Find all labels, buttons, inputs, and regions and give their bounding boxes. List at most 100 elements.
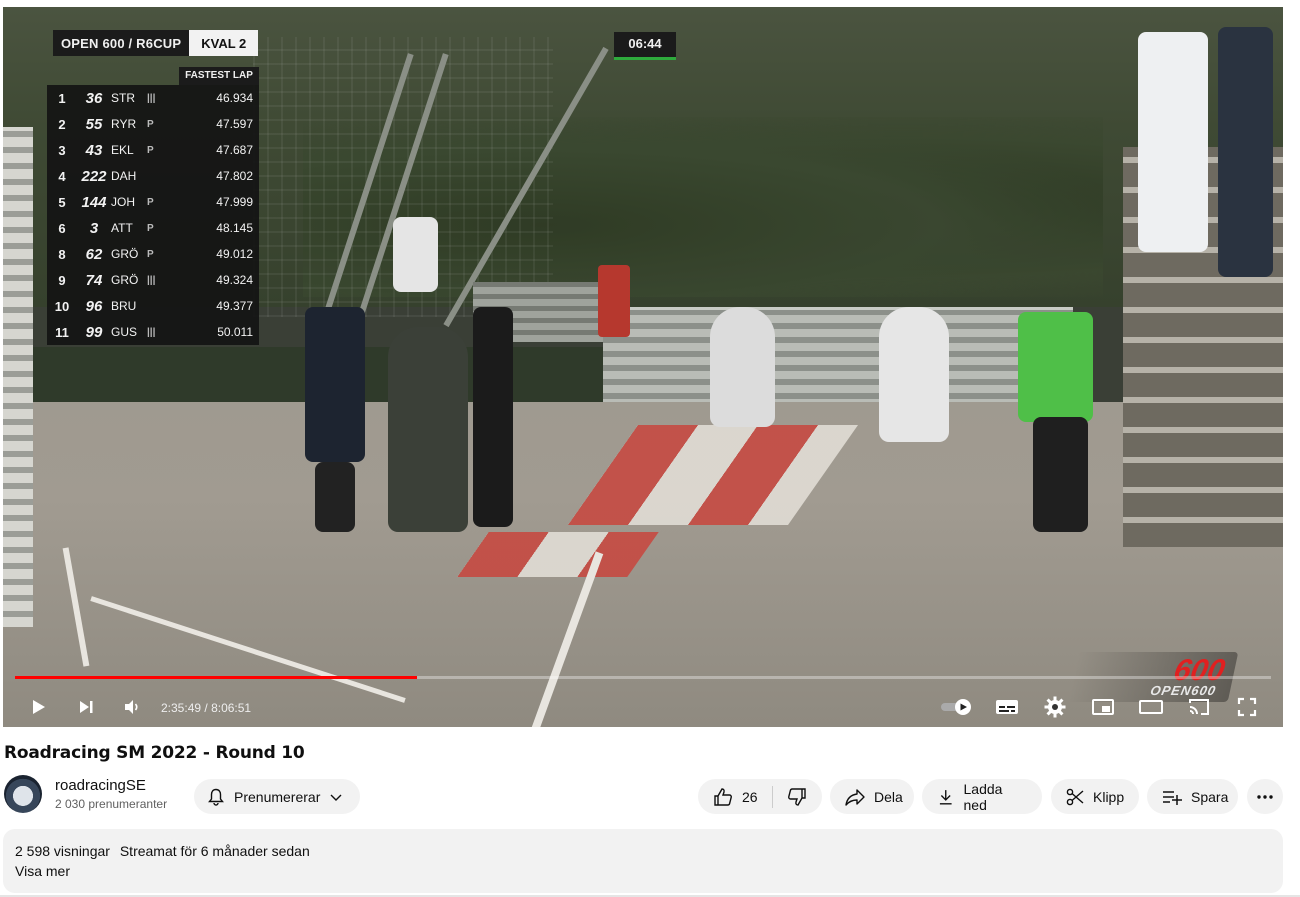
miniplayer-icon bbox=[1092, 699, 1114, 715]
progress-played bbox=[15, 676, 417, 679]
dislike-button[interactable] bbox=[772, 779, 822, 814]
rider-code: GRÖ bbox=[111, 247, 139, 261]
time-display: 2:35:49 / 8:06:51 bbox=[161, 701, 251, 715]
timing-row: 9 74 GRÖ ||| 49.324 bbox=[47, 267, 259, 293]
current-time: 2:35:49 bbox=[161, 701, 202, 715]
position: 4 bbox=[58, 168, 66, 184]
cast-button[interactable] bbox=[1181, 689, 1217, 725]
rider-code: BRU bbox=[111, 299, 137, 313]
scissors-icon bbox=[1066, 788, 1084, 805]
autoplay-toggle[interactable] bbox=[937, 689, 977, 725]
rider-number: 144 bbox=[81, 193, 107, 211]
subtitles-button[interactable] bbox=[989, 689, 1025, 725]
timing-row: 8 62 GRÖ P 49.012 bbox=[47, 241, 259, 267]
lap-time: 47.687 bbox=[216, 143, 253, 157]
timing-rows: 1 36 STR ||| 46.934 2 55 RYR P 47.597 3 43 EKL P 47.68… bbox=[47, 85, 259, 345]
lap-time: 49.324 bbox=[216, 273, 253, 287]
time-separator: / bbox=[201, 701, 212, 715]
description-box[interactable]: 2 598 visningar Streamat för 6 månader s… bbox=[3, 829, 1283, 893]
volume-button[interactable] bbox=[114, 689, 150, 725]
position: 5 bbox=[58, 194, 66, 210]
timing-row: 2 55 RYR P 47.597 bbox=[47, 111, 259, 137]
save-button[interactable]: Spara bbox=[1147, 779, 1238, 814]
share-label: Dela bbox=[874, 788, 903, 805]
position: 10 bbox=[54, 298, 70, 314]
position: 6 bbox=[58, 220, 66, 236]
channel-name[interactable]: roadracingSE bbox=[55, 777, 167, 794]
rider-code: GUS bbox=[111, 325, 138, 339]
like-button[interactable]: 26 bbox=[698, 779, 772, 814]
next-button[interactable] bbox=[68, 689, 104, 725]
progress-bar[interactable] bbox=[15, 676, 1271, 679]
description-stats: 2 598 visningar Streamat för 6 månader s… bbox=[15, 843, 1271, 859]
miniplayer-button[interactable] bbox=[1085, 689, 1121, 725]
rider-number: 99 bbox=[85, 323, 103, 341]
timing-row: 11 99 GUS ||| 50.011 bbox=[47, 319, 259, 345]
show-more-link[interactable]: Visa mer bbox=[15, 863, 1271, 879]
play-icon bbox=[33, 700, 45, 714]
channel-owner: roadracingSE 2 030 prenumeranter bbox=[4, 775, 167, 813]
playlist-add-icon bbox=[1163, 790, 1182, 805]
share-button[interactable]: Dela bbox=[830, 779, 914, 814]
status-mark: P bbox=[147, 222, 154, 234]
lap-time: 46.934 bbox=[216, 91, 253, 105]
subscribe-button[interactable]: Prenumererar bbox=[194, 779, 361, 814]
status-mark: P bbox=[147, 196, 154, 208]
rider-code: EKL bbox=[111, 143, 134, 157]
download-button[interactable]: Ladda ned bbox=[922, 779, 1042, 814]
more-horizontal-icon bbox=[1257, 794, 1273, 799]
download-label: Ladda ned bbox=[963, 780, 1003, 813]
rider-code: JOH bbox=[111, 195, 135, 209]
status-mark: ||| bbox=[147, 92, 156, 104]
status-mark: P bbox=[147, 144, 154, 156]
status-mark: P bbox=[147, 118, 154, 130]
timing-board: FASTEST LAP 1 36 STR ||| 46.934 2 55 RYR P 47.597… bbox=[47, 67, 259, 345]
rider-number: 3 bbox=[89, 219, 99, 237]
lap-time: 47.597 bbox=[216, 117, 253, 131]
lap-time: 47.802 bbox=[216, 169, 253, 183]
fastest-lap-header: FASTEST LAP bbox=[179, 67, 259, 85]
subscriber-count: 2 030 prenumeranter bbox=[55, 797, 168, 811]
thumbs-down-icon bbox=[788, 787, 806, 806]
timing-row: 5 144 JOH P 47.999 bbox=[47, 189, 259, 215]
position: 2 bbox=[58, 116, 66, 132]
position: 11 bbox=[55, 324, 69, 340]
settings-button[interactable] bbox=[1037, 689, 1073, 725]
channel-avatar[interactable] bbox=[4, 775, 42, 813]
position: 1 bbox=[58, 90, 66, 106]
autoplay-icon bbox=[941, 699, 971, 715]
lap-time: 49.012 bbox=[216, 247, 253, 261]
timing-row: 3 43 EKL P 47.687 bbox=[47, 137, 259, 163]
rider-number: 96 bbox=[85, 297, 103, 315]
volume-icon bbox=[125, 700, 138, 714]
timing-row: 10 96 BRU 49.377 bbox=[47, 293, 259, 319]
subscribe-label: Prenumererar bbox=[234, 788, 321, 805]
more-actions-button[interactable] bbox=[1247, 779, 1283, 814]
status-mark: ||| bbox=[147, 274, 156, 286]
lap-time: 49.377 bbox=[216, 299, 253, 313]
rider-code: GRÖ bbox=[111, 273, 139, 287]
play-button[interactable] bbox=[20, 689, 56, 725]
position: 8 bbox=[58, 246, 66, 262]
race-clock: 06:44 bbox=[614, 32, 676, 60]
video-player[interactable]: OPEN 600 / R6CUP KVAL 2 06:44 FASTEST LA… bbox=[3, 7, 1283, 727]
like-count: 26 bbox=[742, 788, 758, 805]
clip-label: Klipp bbox=[1093, 788, 1125, 805]
rider-code: DAH bbox=[111, 169, 137, 183]
timing-row: 4 222 DAH 47.802 bbox=[47, 163, 259, 189]
chevron-down-icon bbox=[330, 794, 342, 801]
theater-mode-button[interactable] bbox=[1133, 689, 1169, 725]
cast-icon bbox=[1189, 699, 1209, 715]
race-session-label: KVAL 2 bbox=[189, 30, 259, 56]
clip-button[interactable]: Klipp bbox=[1051, 779, 1139, 814]
timing-row: 1 36 STR ||| 46.934 bbox=[47, 85, 259, 111]
bell-icon bbox=[208, 788, 224, 806]
status-mark: ||| bbox=[147, 326, 156, 338]
fullscreen-button[interactable] bbox=[1229, 689, 1265, 725]
lap-time: 47.999 bbox=[216, 195, 253, 209]
status-mark: P bbox=[147, 248, 154, 260]
save-label: Spara bbox=[1191, 788, 1229, 805]
rider-code: ATT bbox=[111, 221, 133, 235]
race-header: OPEN 600 / R6CUP KVAL 2 bbox=[53, 30, 259, 56]
subtitles-icon bbox=[996, 700, 1018, 714]
